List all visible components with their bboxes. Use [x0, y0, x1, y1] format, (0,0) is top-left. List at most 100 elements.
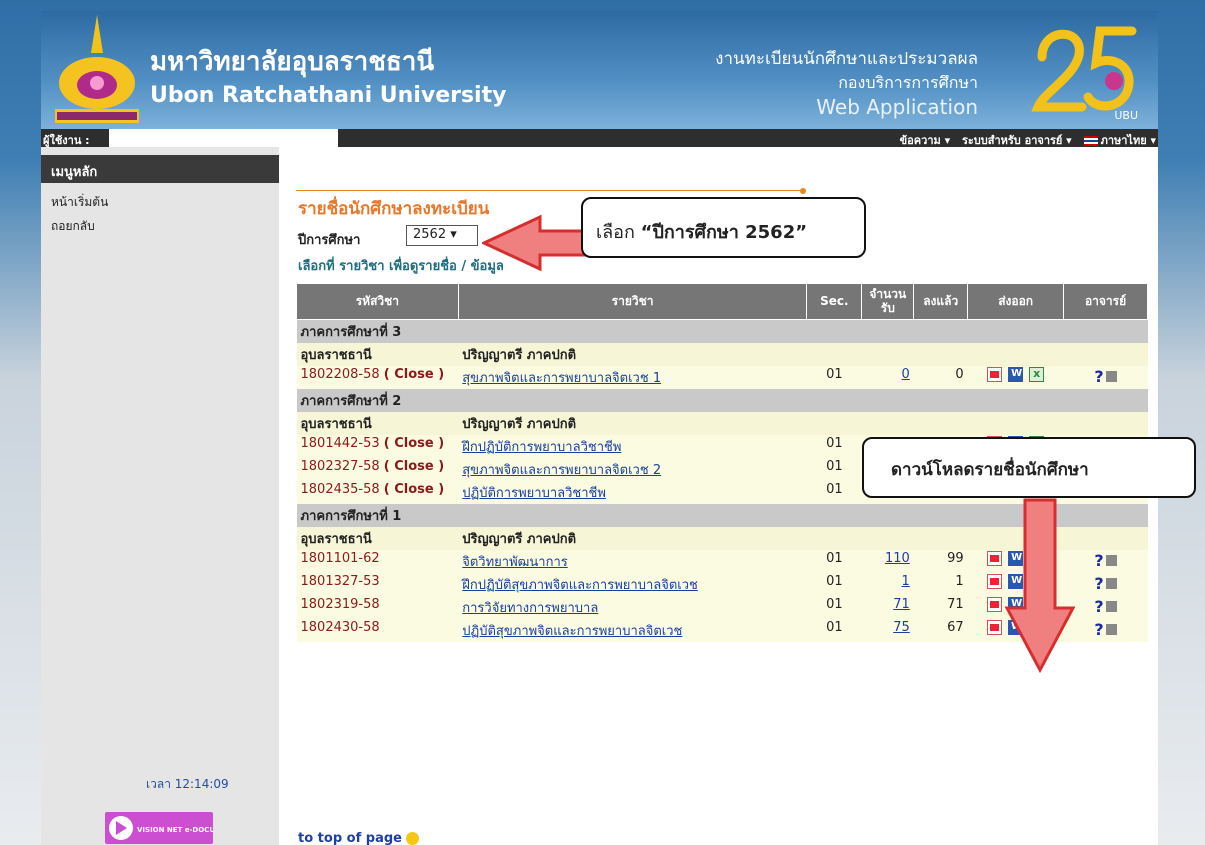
course-code: 1801101-62 [300, 551, 380, 566]
course-name-link[interactable]: ฝึกปฏิบัติการพยาบาลวิชาชีพ [462, 440, 621, 455]
course-code: 1801327-53 [300, 574, 380, 589]
col-course-name[interactable]: รายวิชา [457, 283, 808, 320]
help-icon[interactable]: ? [1094, 551, 1103, 570]
col-export[interactable]: ส่งออก [967, 283, 1065, 320]
table-header-row: รหัสวิชา รายวิชา Sec. จำนวน รับ ลงแล้ว ส… [296, 283, 1148, 320]
callout-year-bold: “ปีการศึกษา 2562” [640, 222, 808, 243]
table-row: 1802208-58 ( Close ) สุขภาพจิตและการพยาบา… [296, 366, 1148, 389]
university-name-thai: มหาวิทยาลัยอุบลราชธานี [150, 47, 435, 77]
enrolled-cell: 71 [913, 596, 968, 619]
instructor-square-icon[interactable] [1105, 578, 1117, 589]
web-application-label: Web Application [816, 95, 978, 119]
to-top-link[interactable]: to top of page [298, 831, 419, 845]
messages-menu[interactable]: ข้อความ ▾ [900, 134, 950, 147]
quota-cell: 0 [861, 366, 914, 389]
ubu-tag: UBU [1114, 109, 1138, 122]
course-code-cell: 1802327-58 ( Close ) [296, 458, 459, 481]
section-cell: 01 [806, 596, 862, 619]
course-name-link[interactable]: จิตวิทยาพัฒนาการ [462, 555, 568, 570]
course-code: 1802435-58 [300, 482, 380, 497]
quota-link[interactable]: 1 [901, 574, 909, 589]
quota-cell: 1 [861, 573, 914, 596]
instructor-cell: ? [1063, 619, 1148, 642]
course-name-link[interactable]: การวิจัยทางการพยาบาล [462, 601, 598, 616]
callout-year-prefix: เลือก [596, 222, 641, 243]
university-name-english: Ubon Ratchathani University [150, 83, 507, 108]
enrolled-cell: 1 [913, 573, 968, 596]
instructor-square-icon[interactable] [1105, 371, 1117, 382]
pdf-icon[interactable] [987, 574, 1003, 589]
course-code: 1802327-58 [300, 459, 380, 474]
site-banner: มหาวิทยาลัยอุบลราชธานี Ubon Ratchathani … [41, 11, 1158, 129]
excel-icon[interactable] [1029, 367, 1045, 382]
help-icon[interactable]: ? [1094, 574, 1103, 593]
quota-cell: 110 [861, 550, 914, 573]
col-course-code[interactable]: รหัสวิชา [296, 283, 459, 320]
section-cell: 01 [806, 435, 862, 458]
course-name-link[interactable]: ฝึกปฏิบัติสุขภาพจิตและการพยาบาลจิตเวช [462, 578, 698, 593]
vision-net-logo[interactable]: VISION NET e-DOCUMENT [105, 812, 238, 844]
col-section[interactable]: Sec. [806, 283, 863, 320]
pdf-icon[interactable] [987, 551, 1003, 566]
course-name-cell: ฝึกปฏิบัติการพยาบาลวิชาชีพ [458, 435, 807, 458]
pdf-icon[interactable] [987, 367, 1003, 382]
word-icon[interactable] [1008, 367, 1024, 382]
course-status: ( Close ) [383, 367, 445, 382]
instructor-square-icon[interactable] [1105, 601, 1117, 612]
course-status: ( Close ) [383, 482, 445, 497]
program-label: ปริญญาตรี ภาคปกติ [458, 343, 1148, 366]
help-icon[interactable]: ? [1094, 620, 1103, 639]
academic-year-select[interactable]: 2562 ▾ [406, 225, 478, 246]
enrolled-cell: 67 [913, 619, 968, 642]
university-logo [55, 15, 139, 123]
semester-label: ภาคการศึกษาที่ 2 [296, 389, 1148, 412]
program-row: อุบลราชธานี ปริญญาตรี ภาคปกติ [296, 412, 1148, 435]
sidebar-item-back[interactable]: ถอยกลับ [51, 217, 95, 236]
course-status: ( Close ) [383, 436, 445, 451]
instructor-cell: ? [1063, 550, 1148, 573]
instructor-cell: ? [1063, 366, 1148, 389]
section-cell: 01 [806, 481, 862, 504]
instructor-square-icon[interactable] [1105, 624, 1117, 635]
sidebar-item-home[interactable]: หน้าเริ่มต้น [51, 193, 108, 212]
course-name-link[interactable]: ปฏิบัติการพยาบาลวิชาชีพ [462, 486, 606, 501]
anniversary-25-logo [1031, 26, 1137, 112]
page-title: รายชื่อนักศึกษาลงทะเบียน [298, 199, 490, 219]
campus-label: อุบลราชธานี [296, 412, 459, 435]
course-name-link[interactable]: ปฏิบัติสุขภาพจิตและการพยาบาลจิตเวช [462, 624, 682, 639]
vision-net-label: VISION NET e-DOCUMENT [137, 826, 213, 834]
course-name-cell: ปฏิบัติสุขภาพจิตและการพยาบาลจิตเวช [458, 619, 807, 642]
instructor-cell: ? [1063, 596, 1148, 619]
sidebar-header: เมนูหลัก [41, 155, 279, 183]
quota-link[interactable]: 75 [893, 620, 910, 635]
quota-link[interactable]: 110 [885, 551, 910, 566]
title-rule-dot [800, 188, 806, 194]
col-quota[interactable]: จำนวน รับ [861, 283, 915, 320]
quota-link[interactable]: 0 [901, 367, 909, 382]
teacher-system-menu[interactable]: ระบบสำหรับ อาจารย์ ▾ [962, 134, 1072, 147]
clock-display: เวลา 12:14:09 [146, 777, 229, 791]
annotation-download-list: ดาวน์โหลดรายชื่อนักศึกษา [862, 437, 1196, 498]
col-enrolled[interactable]: ลงแล้ว [913, 283, 969, 320]
title-rule [296, 190, 803, 191]
department-line-2: กองบริการการศึกษา [838, 73, 978, 92]
section-cell: 01 [806, 458, 862, 481]
course-code: 1802430-58 [300, 620, 380, 635]
help-icon[interactable]: ? [1094, 367, 1103, 386]
pdf-icon[interactable] [987, 597, 1003, 612]
course-name-cell: ฝึกปฏิบัติสุขภาพจิตและการพยาบาลจิตเวช [458, 573, 807, 596]
campus-label: อุบลราชธานี [296, 343, 459, 366]
quota-cell: 71 [861, 596, 914, 619]
annotation-arrow-down [1005, 498, 1075, 673]
course-name-link[interactable]: สุขภาพจิตและการพยาบาลจิตเวช 1 [462, 371, 661, 386]
instructor-square-icon[interactable] [1105, 555, 1117, 566]
language-menu[interactable]: ภาษาไทย ▾ [1083, 134, 1156, 147]
semester-label: ภาคการศึกษาที่ 3 [296, 319, 1148, 343]
quota-link[interactable]: 71 [893, 597, 910, 612]
academic-year-label: ปีการศึกษา [298, 233, 361, 248]
pdf-icon[interactable] [987, 620, 1003, 635]
col-instructor[interactable]: อาจารย์ [1063, 283, 1148, 320]
help-icon[interactable]: ? [1094, 597, 1103, 616]
department-line-1: งานทะเบียนนักศึกษาและประมวลผล [715, 49, 978, 69]
course-name-link[interactable]: สุขภาพจิตและการพยาบาลจิตเวช 2 [462, 463, 661, 478]
